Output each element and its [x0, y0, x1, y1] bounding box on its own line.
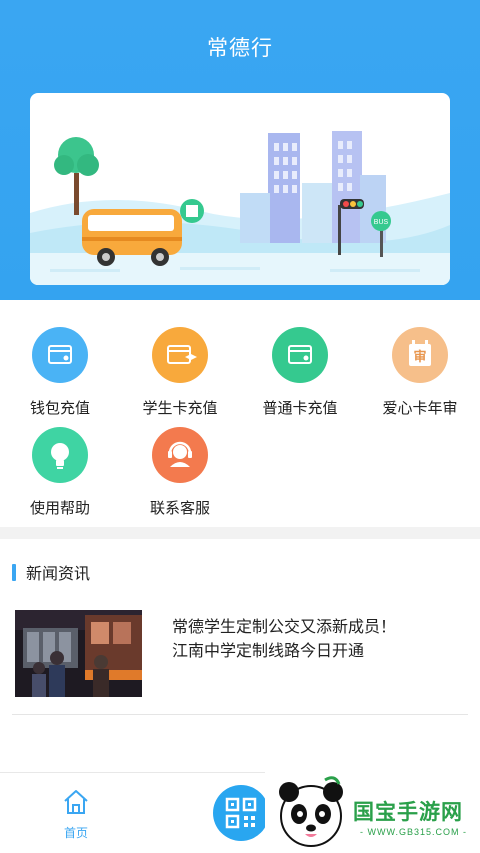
headset-icon: [152, 427, 208, 483]
card-icon: [272, 327, 328, 383]
news-section-header: 新闻资讯: [12, 560, 90, 584]
lightbulb-icon: [32, 427, 88, 483]
service-label: 普通卡充值: [262, 400, 338, 417]
service-help[interactable]: 使用帮助: [0, 427, 120, 518]
calendar-review-icon: 审: [392, 327, 448, 383]
service-label: 钱包充值: [29, 400, 90, 417]
news-thumbnail: [15, 610, 142, 697]
service-label: 联系客服: [149, 500, 210, 517]
service-label: 爱心卡年审: [382, 400, 458, 417]
review-glyph: 审: [413, 349, 427, 364]
news-headline-line2: 江南中学定制线路今日开通: [172, 643, 365, 660]
watermark-text: 国宝手游网: [353, 801, 463, 824]
tab-home-label: 首页: [63, 826, 88, 840]
banner[interactable]: BUS: [30, 93, 450, 285]
service-wallet-recharge[interactable]: 钱包充值: [0, 327, 120, 418]
tab-home[interactable]: 首页: [46, 787, 106, 841]
qr-code-icon: [225, 797, 257, 829]
student-card-icon: [152, 327, 208, 383]
news-headline: 常德学生定制公交又添新成员！ 江南中学定制线路今日开通: [172, 616, 452, 664]
service-customer-support[interactable]: 联系客服: [120, 427, 240, 518]
service-love-card-review[interactable]: 审 爱心卡年审: [360, 327, 480, 418]
bus-stop-sign-text: BUS: [374, 219, 389, 226]
news-headline-line1: 常德学生定制公交又添新成员！: [172, 619, 397, 636]
banner-illustration: BUS: [30, 131, 450, 285]
home-icon: [64, 790, 88, 814]
site-watermark: 国宝手游网 - WWW.GB315.COM -: [265, 772, 480, 853]
section-divider: [0, 527, 480, 539]
service-label: 学生卡充值: [142, 400, 218, 417]
panda-logo-icon: [279, 776, 343, 847]
page-title: 常德行: [207, 37, 273, 60]
news-separator: [12, 714, 468, 715]
service-label: 使用帮助: [29, 500, 90, 517]
app-header: 常德行 BUS: [0, 0, 480, 300]
section-accent-bar: [12, 563, 16, 581]
service-student-card-recharge[interactable]: 学生卡充值: [120, 327, 240, 418]
news-section-title: 新闻资讯: [26, 566, 91, 583]
watermark-url: - WWW.GB315.COM -: [360, 827, 467, 837]
news-list-item[interactable]: 常德学生定制公交又添新成员！ 江南中学定制线路今日开通: [15, 610, 465, 698]
wallet-card-icon: [32, 327, 88, 383]
qr-scan-button[interactable]: [213, 785, 269, 841]
service-normal-card-recharge[interactable]: 普通卡充值: [240, 327, 360, 418]
